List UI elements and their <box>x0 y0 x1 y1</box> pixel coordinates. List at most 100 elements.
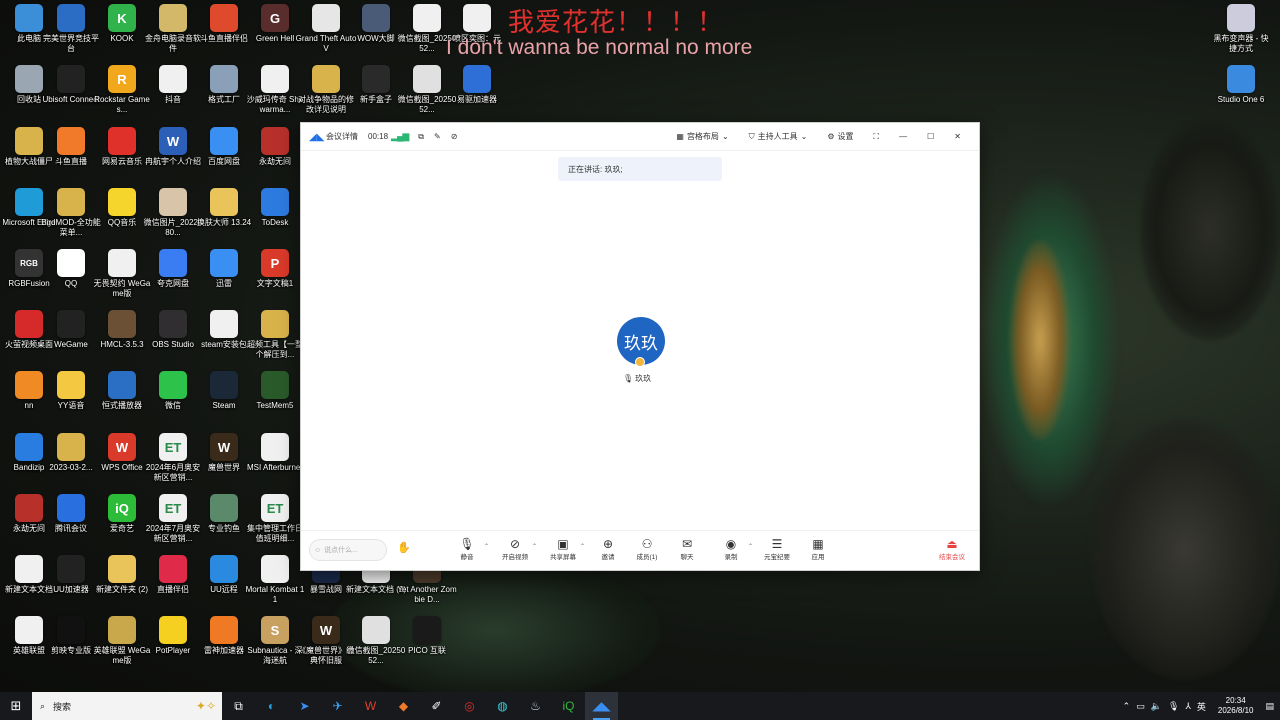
player-icon <box>108 371 136 399</box>
toolbar-button-microphone[interactable]: 🎙 静音 ⌃ <box>447 537 489 561</box>
signal-strength-icon: ▂▄▆ <box>391 131 409 141</box>
desktop-icon-label: 易驱加速器 <box>457 95 497 104</box>
netease-music-icon: ◎ <box>464 699 475 713</box>
mic-tray-icon[interactable]: 🎙 <box>1168 701 1179 712</box>
toolbar-button-label: 共享屏幕 <box>550 554 576 561</box>
toolbar-button-record[interactable]: ◉ 录制 ⌃ <box>711 537 754 561</box>
taskbar-app[interactable]: ⧉ <box>222 692 255 720</box>
word-doc-icon: W <box>159 127 187 155</box>
host-tools-button[interactable]: ⛉ 主持人工具 ⌄ <box>749 131 808 142</box>
desktop-icon[interactable]: 黑布变声器 - 快捷方式 <box>1212 4 1270 64</box>
taskbar-search[interactable]: ⌕ 搜索 ✦✧ <box>32 692 222 720</box>
desktop-icon-label: TestMem5 <box>256 401 294 410</box>
wps-icon: W <box>364 699 377 713</box>
taskbar-app[interactable]: ✈ <box>321 692 354 720</box>
chat-input[interactable]: ☺ 说点什么... <box>309 539 387 561</box>
toolbar-button-label: 元宝纪要 <box>764 554 790 561</box>
start-button[interactable]: ⊞ <box>0 692 32 720</box>
fullscreen-button[interactable]: ⛶ <box>874 132 880 142</box>
settings-button[interactable]: ⚙ 设置 <box>827 131 853 142</box>
minimize-button[interactable]: — <box>899 132 907 141</box>
testmem-icon <box>261 371 289 399</box>
meeting-timer: 00:18 ▂▄▆ <box>368 131 409 142</box>
studio-one-icon <box>1227 65 1255 93</box>
desktop-icon[interactable]: 超频工具【一整个解压到... <box>246 310 304 370</box>
toolbar-button-share-screen[interactable]: ▣ 共享屏幕 ⌃ <box>543 537 585 561</box>
taskbar-app[interactable]: ◍ <box>486 692 519 720</box>
taskbar-app[interactable]: ◢◣ <box>585 692 618 720</box>
file-icon <box>261 65 289 93</box>
toolbar-button-end-meeting[interactable]: ⏏ 结束会议 <box>932 537 972 561</box>
file-icon <box>261 555 289 583</box>
taskbar-app[interactable]: ◆ <box>387 692 420 720</box>
chevron-up-icon[interactable]: ⌃ <box>484 543 489 550</box>
subnautica-icon: S <box>261 616 289 644</box>
netease-music-icon <box>108 127 136 155</box>
taskbar-app[interactable]: iQ <box>552 692 585 720</box>
yy-icon <box>57 371 85 399</box>
whiteboard-button[interactable]: ✎ <box>434 132 441 141</box>
toolbar-button-label: 应用 <box>811 554 825 561</box>
taskbar-app[interactable]: ➤ <box>288 692 321 720</box>
hide-button[interactable]: ⊘ <box>451 132 458 141</box>
notification-icon[interactable]: ▤ <box>1265 701 1274 712</box>
layout-button[interactable]: ▦ 宫格布局 ⌄ <box>676 131 728 142</box>
chevron-up-icon[interactable]: ⌃ <box>580 543 585 550</box>
fishing-icon <box>210 494 238 522</box>
pc-icon <box>15 4 43 32</box>
todesk-icon <box>261 188 289 216</box>
toolbar-button-members[interactable]: ⚇ 成员(1) <box>627 537 667 561</box>
capcut-icon <box>57 616 85 644</box>
edge-icon <box>15 188 43 216</box>
popout-button[interactable]: ⧉ <box>418 132 424 142</box>
taskbar-app[interactable]: ♨ <box>519 692 552 720</box>
chevron-up-icon[interactable]: ⌃ <box>748 543 753 550</box>
toolbar-button-chat[interactable]: ✉ 聊天 <box>667 537 707 561</box>
taskbar-app[interactable]: W <box>354 692 387 720</box>
wegame-icon <box>57 310 85 338</box>
close-icon: ✕ <box>954 132 961 141</box>
taskbar-app[interactable]: ✐ <box>420 692 453 720</box>
raise-hand-button[interactable]: ✋ <box>397 541 411 554</box>
desktop-icon[interactable]: ET 集中管理工作日值班明细... <box>246 494 304 554</box>
desktop-icon[interactable]: 永劫无间 <box>246 127 304 187</box>
edge-icon: ◐ <box>267 699 276 713</box>
desktop-icon[interactable]: MSI Afterburner <box>246 433 304 493</box>
desktop-icon[interactable]: ToDesk <box>246 188 304 248</box>
gta-icon <box>312 4 340 32</box>
desktop-icon-label: MSI Afterburner <box>246 463 304 472</box>
chevron-up-icon[interactable]: ⌃ <box>532 543 537 550</box>
desktop-icon[interactable]: P 文字文稿1 <box>246 249 304 309</box>
meeting-details-button[interactable]: ◢◣ 会议详情 <box>309 131 358 143</box>
toolbar-button-label: 静音 <box>460 554 474 561</box>
taskbar-app[interactable]: ◎ <box>453 692 486 720</box>
toolbar-button-minutes[interactable]: ☰ 元宝纪要 <box>757 537 797 561</box>
microphone-icon: 🎙 <box>459 537 475 551</box>
members-icon: ⚇ <box>641 537 653 551</box>
file-icon <box>108 249 136 277</box>
desktop-icon[interactable]: TestMem5 <box>246 371 304 431</box>
wallpaper-dragon-wing <box>1140 120 1280 340</box>
toolbar-button-video-off[interactable]: ⊘ 开启视频 ⌃ <box>495 537 537 561</box>
uu-icon: ◍ <box>497 699 508 713</box>
chevron-up-icon[interactable]: ⌃ <box>1123 701 1131 712</box>
toolbar-button-apps[interactable]: ▦ 应用 <box>798 537 838 561</box>
desktop-icon[interactable]: PICO 互联 <box>398 616 456 676</box>
iqiyi-icon: iQ <box>562 699 575 713</box>
invite-icon: ⊕ <box>602 537 614 551</box>
volume-icon[interactable]: 🔈 <box>1151 701 1162 712</box>
ime-icon[interactable]: ⅄ <box>1185 701 1191 712</box>
language-indicator[interactable]: 英 <box>1197 700 1206 713</box>
close-button[interactable]: ✕ <box>954 132 961 141</box>
desktop-icon[interactable]: Studio One 6 <box>1212 65 1270 125</box>
clock[interactable]: 20:34 2026/8/10 <box>1218 696 1254 716</box>
toolbar-button-invite[interactable]: ⊕ 邀请 <box>588 537 628 561</box>
maximize-button[interactable]: ☐ <box>927 132 934 141</box>
taskbar-app[interactable]: ◐ <box>255 692 288 720</box>
file-icon <box>15 616 43 644</box>
toolbar-button-label: 成员(1) <box>636 554 658 561</box>
desktop-icon[interactable]: 易驱加速器 <box>448 65 506 125</box>
network-icon[interactable]: ▭ <box>1136 701 1145 712</box>
speaking-indicator: 正在讲话: 玖玖; <box>558 157 722 181</box>
screenshot-icon <box>413 4 441 32</box>
